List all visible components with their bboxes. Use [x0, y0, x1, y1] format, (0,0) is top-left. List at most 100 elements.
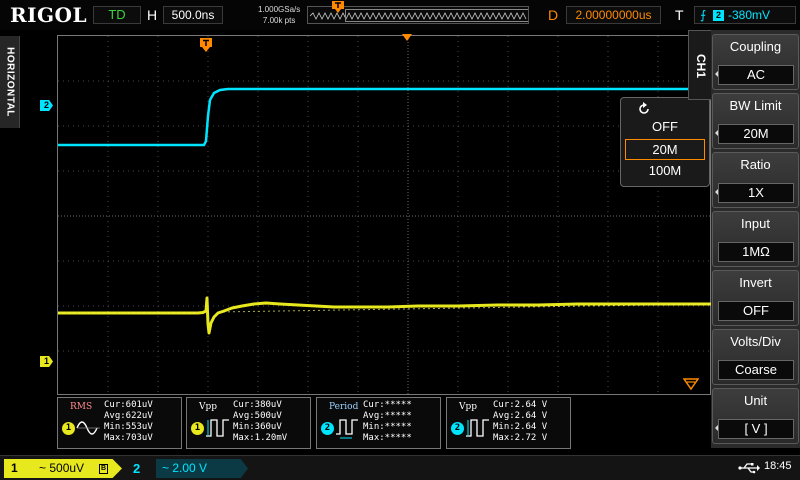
measurement-values: Cur:***** Avg:***** Min:***** Max:*****: [363, 400, 412, 444]
meas-min: Min:*****: [363, 422, 412, 432]
meas-cur: Cur:380uV: [233, 400, 282, 410]
rising-edge-icon: ⨍: [700, 8, 707, 22]
bw-option-100m[interactable]: 100M: [625, 161, 705, 182]
trigger-level: -380mV: [728, 8, 771, 22]
trigger-label: T: [675, 7, 684, 23]
vpp-pulse-icon: [466, 419, 489, 437]
delay-value[interactable]: 2.00000000us: [566, 6, 661, 24]
rigol-logo: RIGOL: [10, 3, 88, 27]
bw-limit-label: BW Limit: [729, 98, 782, 113]
ch2-scale-indicator[interactable]: 2 ~ 2.00 V: [126, 459, 252, 478]
delay-label: D: [548, 7, 559, 23]
menu-item-bw-limit[interactable]: BW Limit 20M: [712, 93, 799, 149]
measurement-vpp-ch2[interactable]: Vpp 2 Cur:2.64 V Avg:2.64 V Min:2.64 V Max:…: [446, 397, 571, 449]
meas-avg: Avg:*****: [363, 411, 412, 421]
horizontal-menu-tab[interactable]: HORIZONTAL: [0, 36, 20, 128]
menu-item-input[interactable]: Input 1MΩ: [712, 211, 799, 267]
trigger-settings[interactable]: ⨍ 2 -380mV: [694, 6, 796, 24]
usb-icon: [738, 463, 760, 474]
menu-item-volts-div[interactable]: Volts/Div Coarse: [712, 329, 799, 385]
ratio-value: 1X: [718, 183, 794, 203]
menu-item-invert[interactable]: Invert OFF: [712, 270, 799, 326]
bw-limit-value: 20M: [718, 124, 794, 144]
ch2-badge: 2: [451, 422, 464, 435]
unit-label: Unit: [743, 393, 768, 408]
waveform-display[interactable]: [57, 35, 712, 396]
measurement-vpp-ch1[interactable]: Vpp 1 Cur:380uV Avg:500uV Min:360uV Max:1.2…: [186, 397, 311, 449]
horizontal-tab-label: HORIZONTAL: [4, 47, 16, 117]
ch1-scale: ~ 500uV: [39, 461, 85, 475]
measurement-rms-ch1[interactable]: RMS 1 Cur:601uV Avg:622uV Min:553uV Max:703…: [57, 397, 182, 449]
invert-label: Invert: [739, 275, 772, 290]
trigger-position-icon: [332, 1, 344, 13]
top-status-bar: RIGOL TD H 500.0ns 1.000GSa/s 7.00k pts …: [0, 0, 800, 30]
menu-item-unit[interactable]: Unit [ V ]: [712, 388, 799, 444]
measurement-values: Cur:380uV Avg:500uV Min:360uV Max:1.20mV: [233, 400, 287, 444]
measurement-values: Cur:2.64 V Avg:2.64 V Min:2.64 V Max:2.72 V: [493, 400, 547, 444]
ch1-offset-marker[interactable]: 1: [40, 356, 53, 367]
rms-sine-icon: [76, 421, 100, 435]
measurement-period-ch2[interactable]: Period 2 Cur:***** Avg:***** Min:***** Max:…: [316, 397, 441, 449]
waveform-graticule: [58, 36, 712, 396]
period-pulse-icon: [336, 419, 358, 439]
coupling-value: AC: [718, 65, 794, 85]
measurement-name: Vpp: [199, 402, 218, 412]
meas-cur: Cur:2.64 V: [493, 400, 548, 410]
ch1-badge: 1: [191, 422, 204, 435]
ch1-menu-tab[interactable]: CH1: [688, 30, 712, 100]
input-label: Input: [741, 216, 770, 231]
meas-cur: Cur:*****: [363, 400, 412, 410]
volts-div-value: Coarse: [718, 360, 794, 380]
bottom-status-bar: 1 ~ 500uV B 2 ~ 2.00 V 18:45: [0, 455, 800, 480]
ch1-trace: [58, 296, 712, 335]
unit-value: [ V ]: [718, 419, 794, 439]
trigger-source-badge: 2: [713, 10, 724, 21]
acquisition-info: 1.000GSa/s 7.00k pts: [258, 4, 300, 26]
timebase-value[interactable]: 500.0ns: [163, 6, 223, 24]
meas-cur: Cur:601uV: [104, 400, 153, 410]
menu-item-ratio[interactable]: Ratio 1X: [712, 152, 799, 208]
volts-div-label: Volts/Div: [730, 334, 781, 349]
ratio-label: Ratio: [740, 157, 771, 172]
meas-avg: Avg:2.64 V: [493, 411, 548, 421]
meas-avg: Avg:622uV: [104, 411, 153, 421]
channel-menu: Coupling AC BW Limit 20M Ratio 1X Input …: [711, 30, 800, 448]
bw-limit-popup: OFF 20M 100M: [620, 97, 710, 187]
measurement-name: RMS: [70, 402, 93, 412]
ch2-badge: 2: [321, 422, 334, 435]
memory-depth: 7.00k pts: [262, 16, 296, 25]
ch2-number: 2: [133, 461, 141, 476]
ch2-trace: [58, 87, 712, 147]
menu-item-coupling[interactable]: Coupling AC: [712, 34, 799, 90]
ch1-scale-indicator[interactable]: 1 ~ 500uV B: [4, 459, 122, 478]
ch1-tab-label: CH1: [694, 53, 708, 79]
vpp-pulse-icon: [206, 419, 229, 437]
ch1-number: 1: [11, 461, 18, 475]
ch1-badge: 1: [62, 422, 75, 435]
meas-min: Min:553uV: [104, 422, 153, 432]
trigger-position-marker[interactable]: [200, 38, 212, 52]
bw-option-off[interactable]: OFF: [625, 117, 705, 138]
meas-avg: Avg:500uV: [233, 411, 282, 421]
horizontal-label: H: [147, 7, 158, 23]
ch2-offset-marker[interactable]: 2: [40, 100, 53, 111]
ch2-scale: ~ 2.00 V: [156, 459, 248, 478]
meas-max: Max:703uV: [104, 433, 153, 443]
bw-option-20m[interactable]: 20M: [625, 139, 705, 160]
measurement-name: Vpp: [459, 402, 478, 412]
center-marker-icon: [402, 34, 412, 41]
meas-min: Min:360uV: [233, 422, 282, 432]
invert-value: OFF: [718, 301, 794, 321]
input-value: 1MΩ: [718, 242, 794, 262]
meas-max: Max:2.72 V: [493, 433, 548, 443]
sample-rate: 1.000GSa/s: [258, 5, 301, 14]
trigger-level-marker[interactable]: [683, 378, 699, 390]
refresh-icon: [639, 102, 649, 114]
clock: 18:45: [764, 460, 792, 472]
bw-limit-icon: B: [99, 464, 108, 474]
meas-max: Max:1.20mV: [233, 433, 288, 443]
coupling-label: Coupling: [729, 39, 782, 54]
measurement-name: Period: [329, 402, 359, 412]
meas-min: Min:2.64 V: [493, 422, 548, 432]
run-mode-indicator[interactable]: TD: [93, 6, 141, 24]
